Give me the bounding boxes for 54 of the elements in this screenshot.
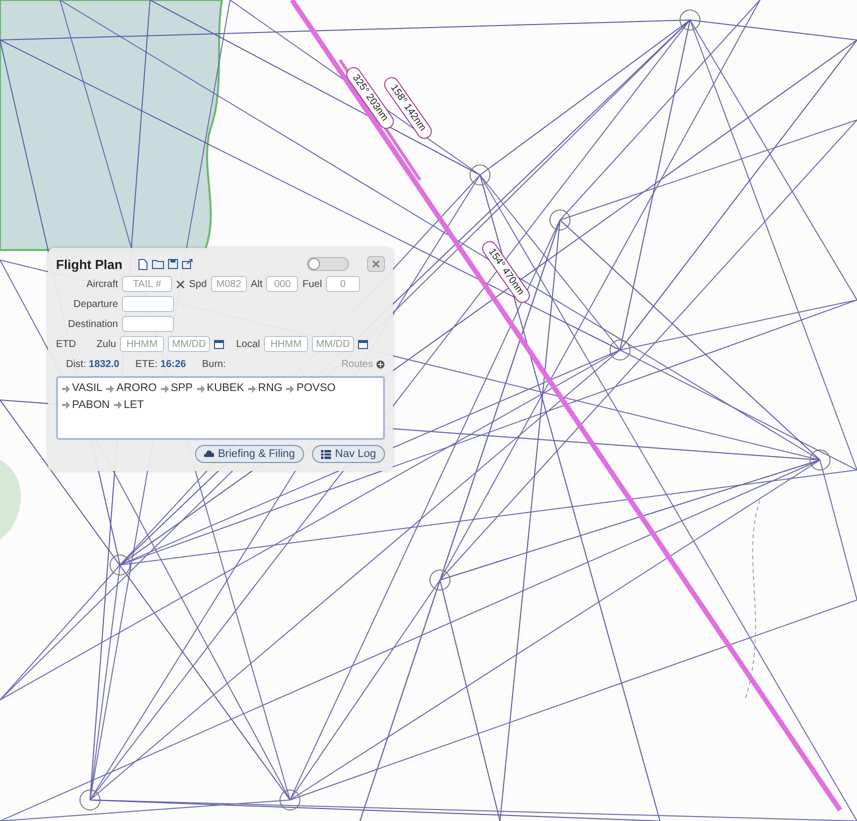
departure-field[interactable] [122,296,174,312]
field-label: Zulu [96,338,116,350]
new-document-icon[interactable] [138,258,148,270]
waypoint: POVSO [296,381,336,396]
calendar-icon[interactable] [358,339,368,349]
distance-label: Dist: [66,358,86,370]
ete-label: ETE: [135,358,158,370]
speed-field[interactable]: M082 [210,276,247,292]
waypoint: SPP [170,381,193,396]
folder-icon[interactable] [152,259,164,269]
altitude-field[interactable]: 000 [266,276,298,292]
aircraft-field[interactable]: TAIL # [122,276,172,292]
arrow-icon [286,384,294,392]
time-field[interactable]: HHMM [120,336,164,352]
date-field[interactable]: MM/DD [168,336,210,352]
destination-field[interactable] [122,316,174,332]
waypoint: PABON [72,398,110,412]
time-field[interactable]: HHMM [264,336,308,352]
burn-label: Burn: [202,358,226,370]
field-label: Fuel [302,278,322,290]
nav-log-button[interactable]: Nav Log [312,445,385,463]
waypoint: ARORO [116,381,157,396]
briefing-button[interactable]: Briefing & Filing [194,445,304,463]
date-field[interactable]: MM/DD [312,336,354,352]
field-label: Departure [72,298,118,310]
waypoint: RNG [258,381,282,396]
plus-icon [376,360,385,368]
arrow-icon [62,384,70,392]
save-icon[interactable] [168,259,178,269]
toggle-switch[interactable] [307,257,349,271]
close-icon [372,260,380,268]
cloud-icon [204,450,214,458]
waypoint: LET [124,398,144,412]
field-label: ETD [56,338,76,350]
field-label: Destination [66,318,118,330]
close-button[interactable] [367,256,385,272]
distance-value: 1832.0 [88,358,120,370]
panel-title: Flight Plan [56,256,122,272]
field-label: Local [235,338,260,350]
field-label: Spd [189,278,207,290]
table-icon [321,450,332,458]
calendar-icon[interactable] [214,339,224,349]
arrow-icon [62,401,70,409]
ete-value: 16:26 [160,358,186,370]
route-field[interactable]: VASIL ARORO SPP KUBEK RNG POVSO PABON LET [56,376,385,440]
export-icon[interactable] [182,259,194,269]
waypoint: VASIL [72,381,102,396]
arrow-icon [196,384,205,392]
field-label: Aircraft [85,278,118,290]
fuel-field[interactable]: 0 [326,276,360,292]
waypoint: KUBEK [206,381,244,396]
arrow-icon [248,384,256,392]
field-label: Alt [250,278,262,290]
arrow-icon [160,384,169,392]
